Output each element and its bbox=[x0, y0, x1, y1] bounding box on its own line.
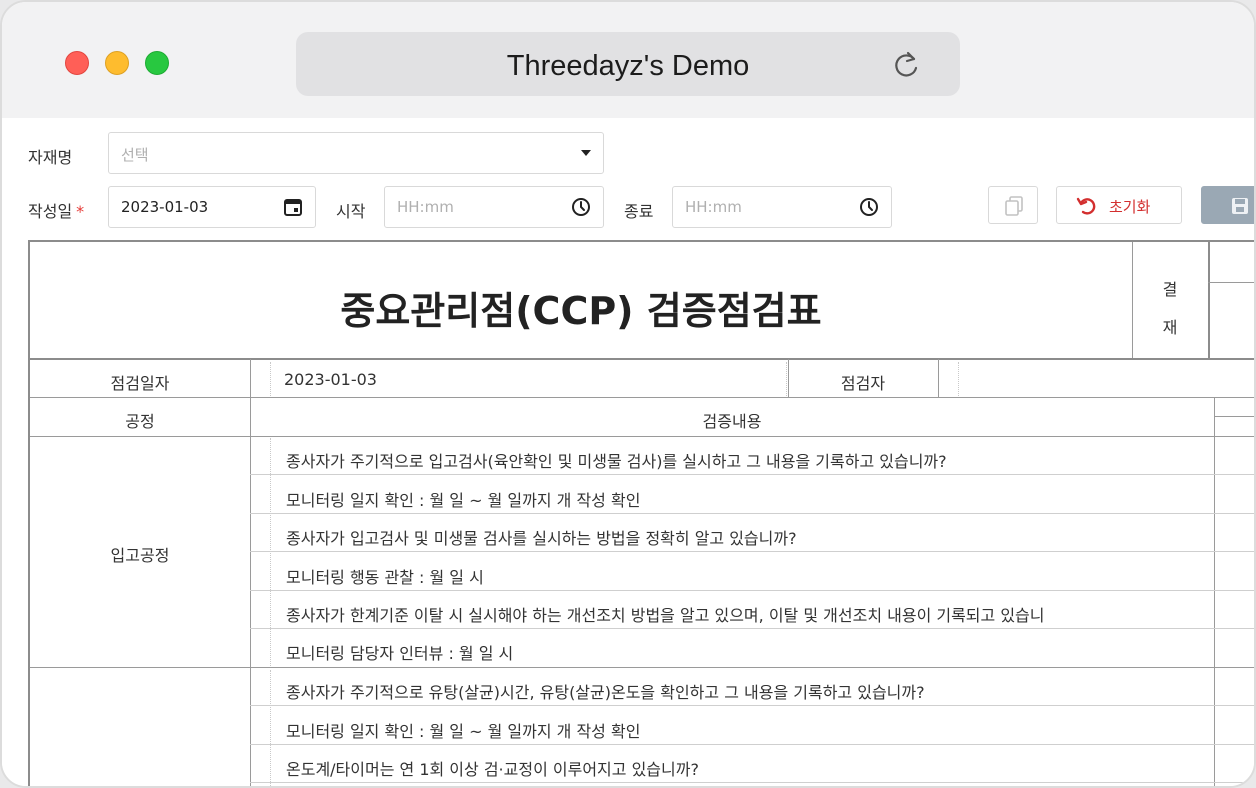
inspect-date-label: 점검일자 bbox=[110, 374, 170, 393]
chevron-down-icon bbox=[581, 150, 591, 156]
maximize-window-button[interactable] bbox=[145, 51, 169, 75]
date-value: 2023-01-03 bbox=[121, 198, 209, 216]
document-title: 중요관리점(CCP) 검증점검표 bbox=[340, 289, 822, 333]
close-window-button[interactable] bbox=[65, 51, 89, 75]
reload-icon[interactable] bbox=[892, 50, 920, 80]
date-input[interactable]: 2023-01-03 bbox=[108, 186, 316, 228]
clock-icon[interactable] bbox=[571, 197, 591, 217]
material-select-value: 선택 bbox=[121, 146, 149, 164]
required-mark: * bbox=[76, 202, 85, 221]
material-label: 자재명 bbox=[28, 148, 73, 167]
process-header: 공정 bbox=[125, 412, 155, 431]
checklist-item: 종사자가 주기적으로 입고검사(육안확인 및 미생물 검사)를 실시하고 그 내… bbox=[286, 452, 947, 471]
checklist-item: 종사자가 주기적으로 유탕(살균)시간, 유탕(살균)온도을 확인하고 그 내용… bbox=[286, 683, 925, 702]
date-label: 작성일 * bbox=[28, 202, 85, 221]
save-icon bbox=[1232, 198, 1248, 214]
checklist-item: 온도계/타이머는 연 1회 이상 검·교정이 이루어지고 있습니까? bbox=[286, 760, 699, 779]
copy-icon bbox=[1005, 196, 1023, 216]
end-time-input[interactable]: HH:mm bbox=[672, 186, 892, 228]
minimize-window-button[interactable] bbox=[105, 51, 129, 75]
checklist-item: 모니터링 일지 확인 : 월 일 ~ 월 일까지 개 작성 확인 bbox=[286, 491, 641, 510]
clock-icon[interactable] bbox=[859, 197, 879, 217]
reset-button[interactable]: 초기화 bbox=[1056, 186, 1182, 224]
process-name: 입고공정 bbox=[110, 546, 170, 565]
content-header: 검증내용 bbox=[702, 412, 762, 431]
save-button[interactable] bbox=[1201, 186, 1254, 224]
page-content: 자재명 선택 작성일 * 2023-01-03 시작 HH:mm 종료 HH:mm bbox=[2, 118, 1254, 786]
end-time-placeholder: HH:mm bbox=[685, 198, 742, 216]
start-time-placeholder: HH:mm bbox=[397, 198, 454, 216]
checklist-item: 모니터링 담당자 인터뷰 : 월 일 시 bbox=[286, 644, 514, 663]
reset-label: 초기화 bbox=[1109, 198, 1151, 216]
approval-label-2: 재 bbox=[1162, 318, 1178, 337]
checklist-item: 종사자가 입고검사 및 미생물 검사를 실시하는 방법을 정확히 알고 있습니까… bbox=[286, 529, 797, 548]
start-time-input[interactable]: HH:mm bbox=[384, 186, 604, 228]
ccp-checklist-sheet: 중요관리점(CCP) 검증점검표 결 재 점검일자 2023-01-03 점검자… bbox=[28, 240, 1254, 786]
checklist-item: 모니터링 일지 확인 : 월 일 ~ 월 일까지 개 작성 확인 bbox=[286, 722, 641, 741]
address-bar[interactable]: Threedayz's Demo bbox=[296, 32, 960, 96]
copy-button[interactable] bbox=[988, 186, 1038, 224]
checklist-item: 종사자가 한계기준 이탈 시 실시해야 하는 개선조치 방법을 알고 있으며, … bbox=[286, 606, 1045, 625]
browser-window: Threedayz's Demo 자재명 선택 작성일 * 2023-01-03 … bbox=[0, 0, 1256, 788]
material-select[interactable]: 선택 bbox=[108, 132, 604, 174]
checklist-item: 모니터링 행동 관찰 : 월 일 시 bbox=[286, 568, 484, 587]
window-title: Threedayz's Demo bbox=[506, 50, 750, 82]
calendar-icon[interactable] bbox=[283, 197, 303, 217]
title-bar: Threedayz's Demo bbox=[2, 2, 1254, 118]
inspect-date-value[interactable]: 2023-01-03 bbox=[284, 370, 684, 389]
approval-label-1: 결 bbox=[1162, 280, 1178, 299]
inspector-label: 점검자 bbox=[840, 374, 886, 393]
start-label: 시작 bbox=[336, 202, 366, 221]
end-label: 종료 bbox=[624, 202, 654, 221]
undo-icon bbox=[1076, 197, 1096, 215]
